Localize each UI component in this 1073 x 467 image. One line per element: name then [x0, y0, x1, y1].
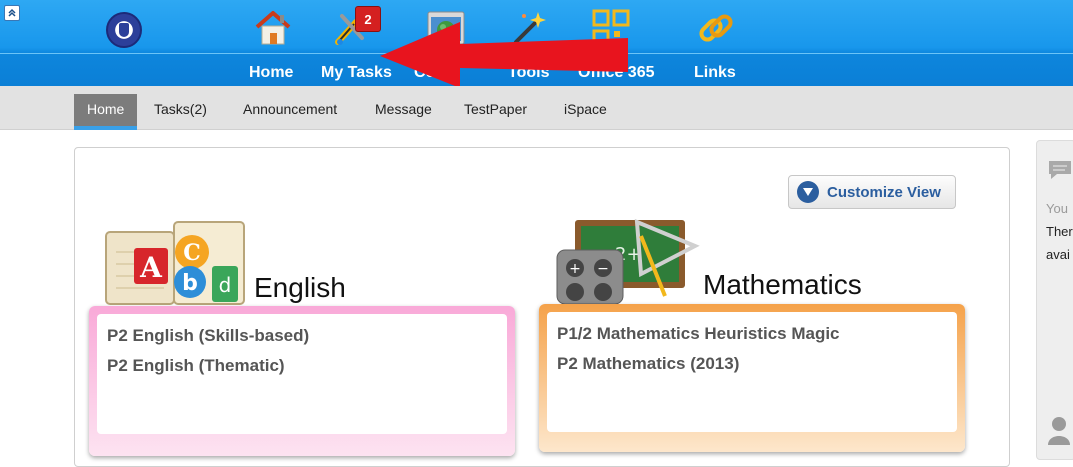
mathematics-subject-icon[interactable]: 2+ + − [555, 216, 700, 309]
mathematics-subject-title[interactable]: Mathematics [703, 269, 862, 301]
svg-text:b: b [182, 271, 198, 296]
svg-text:−: − [597, 261, 609, 277]
chevron-down-icon [797, 181, 819, 203]
english-subject-title[interactable]: English [254, 272, 346, 304]
side-panel: You Ther avai [1036, 140, 1073, 460]
side-panel-text: Ther [1046, 224, 1073, 239]
school-logo[interactable] [106, 12, 142, 48]
tab-tasks[interactable]: Tasks(2) [154, 86, 207, 126]
side-panel-text: avai [1046, 247, 1070, 262]
tab-announcement[interactable]: Announcement [243, 86, 337, 126]
collapse-icon[interactable] [4, 5, 20, 21]
course-link[interactable]: P2 Mathematics (2013) [557, 354, 947, 374]
english-subject-icon[interactable]: A C b d [104, 220, 249, 311]
course-link[interactable]: P1/2 Mathematics Heuristics Magic [557, 324, 947, 344]
svg-text:d: d [219, 273, 232, 297]
annotation-arrow-icon [380, 22, 628, 88]
links-icon[interactable] [696, 8, 736, 48]
course-link[interactable]: P2 English (Skills-based) [107, 326, 497, 346]
svg-text:C: C [183, 240, 201, 266]
svg-text:+: + [569, 261, 581, 277]
customize-view-label: Customize View [827, 183, 941, 201]
tab-home[interactable]: Home [74, 94, 138, 130]
nav-links-link[interactable]: Links [694, 64, 736, 82]
home-icon[interactable] [253, 8, 293, 48]
tab-ispace[interactable]: iSpace [564, 86, 607, 126]
svg-text:A: A [139, 251, 163, 284]
tasks-count-badge: 2 [355, 6, 381, 32]
english-course-card: P2 English (Skills-based) P2 English (Th… [89, 306, 515, 456]
tab-testpaper[interactable]: TestPaper [464, 86, 527, 126]
course-link[interactable]: P2 English (Thematic) [107, 356, 497, 376]
comment-icon [1047, 159, 1073, 186]
user-icon [1047, 415, 1071, 450]
mathematics-course-card: P1/2 Mathematics Heuristics Magic P2 Mat… [539, 304, 965, 452]
nav-home-link[interactable]: Home [249, 64, 293, 82]
tab-message[interactable]: Message [375, 86, 432, 126]
sub-navigation-bar: Home Tasks(2) Announcement Message TestP… [0, 86, 1073, 130]
side-panel-heading: You [1046, 201, 1068, 216]
customize-view-button[interactable]: Customize View [788, 175, 956, 209]
